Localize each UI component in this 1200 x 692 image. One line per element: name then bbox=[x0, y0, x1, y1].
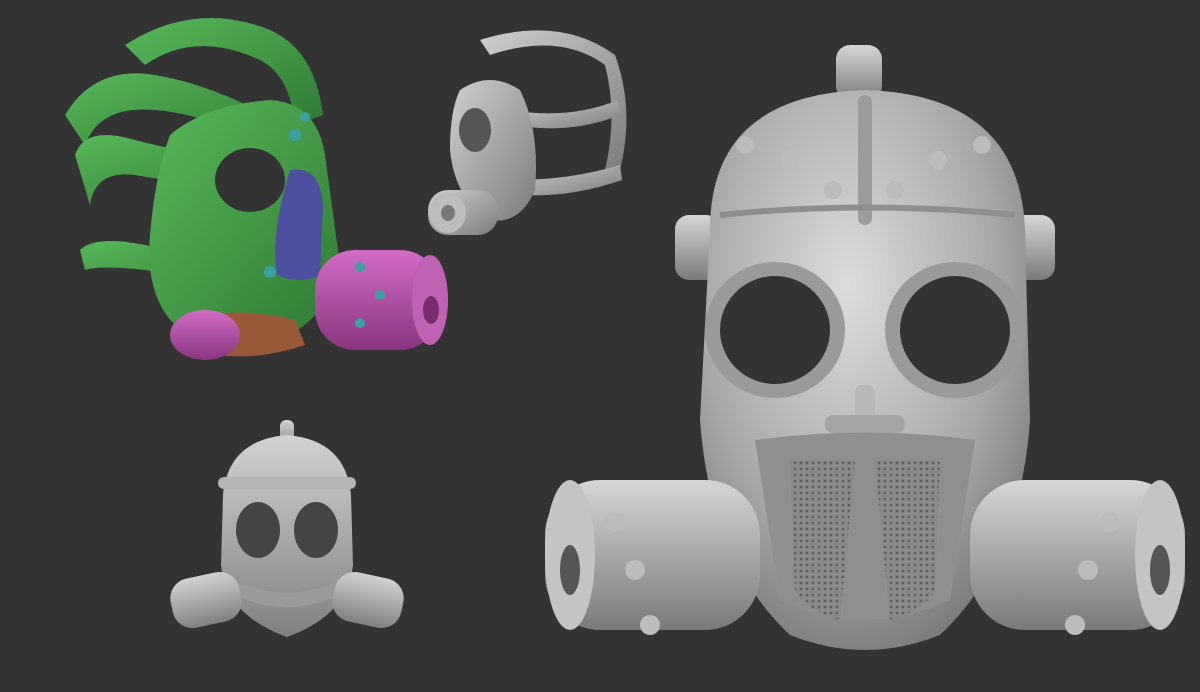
render-canvas bbox=[0, 0, 1200, 692]
gray-gas-mask-front-view-small bbox=[170, 420, 404, 637]
gray-gas-mask-front-view-large bbox=[545, 45, 1185, 650]
colored-gas-mask-three-quarter-view bbox=[65, 17, 448, 360]
